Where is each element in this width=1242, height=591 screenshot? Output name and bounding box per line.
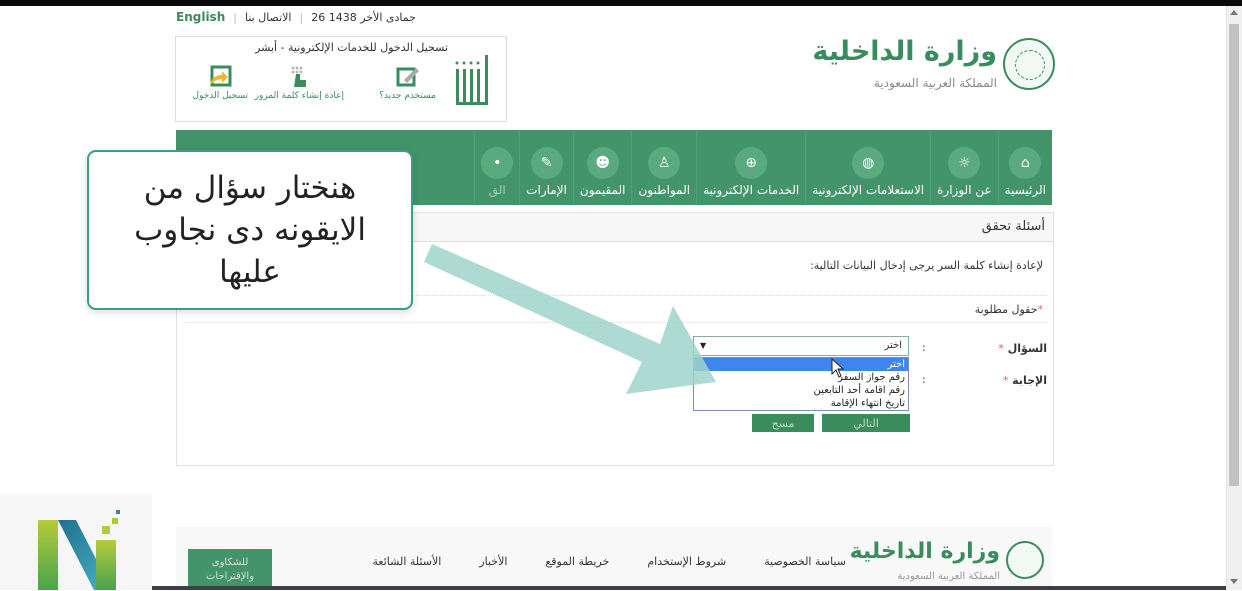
vertical-scrollbar[interactable]: [1226, 6, 1242, 590]
pencil-box-icon: [396, 67, 419, 87]
scrollbar-thumb[interactable]: [1229, 24, 1239, 486]
scroll-up-icon[interactable]: [1230, 10, 1238, 15]
nav-item-inquiries[interactable]: ◍ الاستعلامات الإلكترونية: [805, 130, 930, 205]
footer-link-faq[interactable]: الأسئلة الشائعة: [373, 555, 442, 568]
absher-title: تسجيل الدخول للخدمات الإلكترونية - أبشر: [255, 41, 448, 54]
n-logo-icon: [38, 510, 120, 590]
window-top-bar: [0, 0, 1242, 6]
nav-item-residents[interactable]: ☻ المقيمون: [572, 130, 632, 205]
footer-link-sitemap[interactable]: خريطة الموقع: [545, 555, 609, 568]
saudi-emblem-icon: [1006, 541, 1044, 579]
login-arrow-icon: [210, 65, 232, 87]
question-label: السؤال *: [998, 342, 1047, 355]
question-select[interactable]: اختر ▼: [693, 336, 909, 356]
annotation-callout: هنختار سؤال من الايقونه دى نجاوب عليها: [87, 150, 413, 310]
question-dropdown-list: اختر رقم جواز السفر رقم اقامة أحد التابع…: [693, 357, 909, 411]
dropdown-option[interactable]: تاريخ انتهاء الإقامة: [694, 397, 908, 410]
complaints-button[interactable]: للشكاوى والإقتراحات: [188, 549, 272, 590]
nav-item-emirates[interactable]: ✎ الإمارات: [519, 130, 573, 205]
next-button[interactable]: التالي: [822, 414, 910, 432]
new-user-link[interactable]: مستخدم جديد؟: [379, 65, 436, 101]
instructions-text: لإعادة إنشاء كلمة السر يرجى إدخال البيان…: [810, 259, 1043, 272]
channel-watermark-logo: [0, 494, 152, 590]
site-footer: وزارة الداخلية المملكة العربية السعودية …: [176, 527, 1052, 590]
separator: |: [299, 10, 304, 24]
ministry-name: وزارة الداخلية: [812, 36, 997, 67]
nav-item-about[interactable]: ☼ عن الوزارة: [930, 130, 998, 205]
nav-item-more[interactable]: • الق: [474, 130, 519, 205]
utility-links: English | الاتصال بنا | 26 جمادى الأخر 1…: [176, 10, 416, 24]
hijri-date: 26 جمادى الأخر 1438: [311, 10, 416, 24]
emirates-icon: ✎: [530, 147, 563, 179]
saudi-emblem-icon: [1003, 38, 1055, 90]
dropdown-option[interactable]: رقم جواز السفر: [694, 371, 908, 384]
clear-button[interactable]: مسح: [752, 414, 814, 432]
reset-password-link[interactable]: إعادة إنشاء كلمة المرور: [255, 65, 344, 101]
absher-login-box: تسجيل الدخول للخدمات الإلكترونية - أبشر …: [175, 36, 507, 122]
english-link[interactable]: English: [176, 10, 225, 24]
taskbar-strip: [152, 586, 1227, 590]
panel-title: أسئلة تحقق: [981, 219, 1045, 234]
absher-logo-icon: [455, 55, 488, 105]
nav-item-citizens[interactable]: ♙ المواطنون: [631, 130, 696, 205]
ministry-subtitle: المملكة العربية السعودية: [873, 76, 997, 90]
footer-link-privacy[interactable]: سياسة الخصوصية: [764, 555, 846, 568]
footer-link-news[interactable]: الأخبار: [479, 555, 507, 568]
scroll-down-icon[interactable]: [1230, 579, 1238, 584]
footer-logo[interactable]: وزارة الداخلية المملكة العربية السعودية: [850, 539, 1044, 591]
answer-colon: :: [922, 373, 926, 386]
nav-item-e-services[interactable]: ⊕ الخدمات الإلكترونية: [696, 130, 805, 205]
contact-link[interactable]: الاتصال بنا: [245, 11, 292, 24]
dropdown-option[interactable]: اختر: [694, 358, 908, 371]
emblem-icon: ☼: [948, 147, 981, 179]
question-colon: :: [922, 341, 926, 354]
globe-map-icon: ◍: [852, 147, 885, 179]
keypad-finger-icon: [291, 66, 307, 87]
citizen-icon: ♙: [648, 147, 681, 179]
separator: |: [233, 10, 237, 24]
residents-icon: ☻: [586, 147, 619, 179]
home-icon: ⌂: [1009, 147, 1042, 179]
ministry-logo[interactable]: وزارة الداخلية المملكة العربية السعودية: [812, 30, 1055, 100]
nav-item-home[interactable]: ⌂ الرئيسية: [997, 130, 1052, 205]
select-value: اختر: [884, 340, 903, 351]
nav-icon: •: [481, 147, 514, 179]
dropdown-option[interactable]: رقم اقامة أحد التابعين: [694, 384, 908, 397]
mouse-cursor-icon: [831, 358, 845, 378]
annotation-arrow-icon: [424, 244, 716, 394]
globe-icon: ⊕: [735, 147, 768, 179]
footer-links: سياسة الخصوصية شروط الإستخدام خريطة المو…: [373, 555, 846, 568]
answer-label: الإجابة *: [1002, 374, 1047, 387]
footer-link-terms[interactable]: شروط الإستخدام: [647, 555, 726, 568]
login-link[interactable]: تسجيل الدخول: [193, 65, 248, 101]
